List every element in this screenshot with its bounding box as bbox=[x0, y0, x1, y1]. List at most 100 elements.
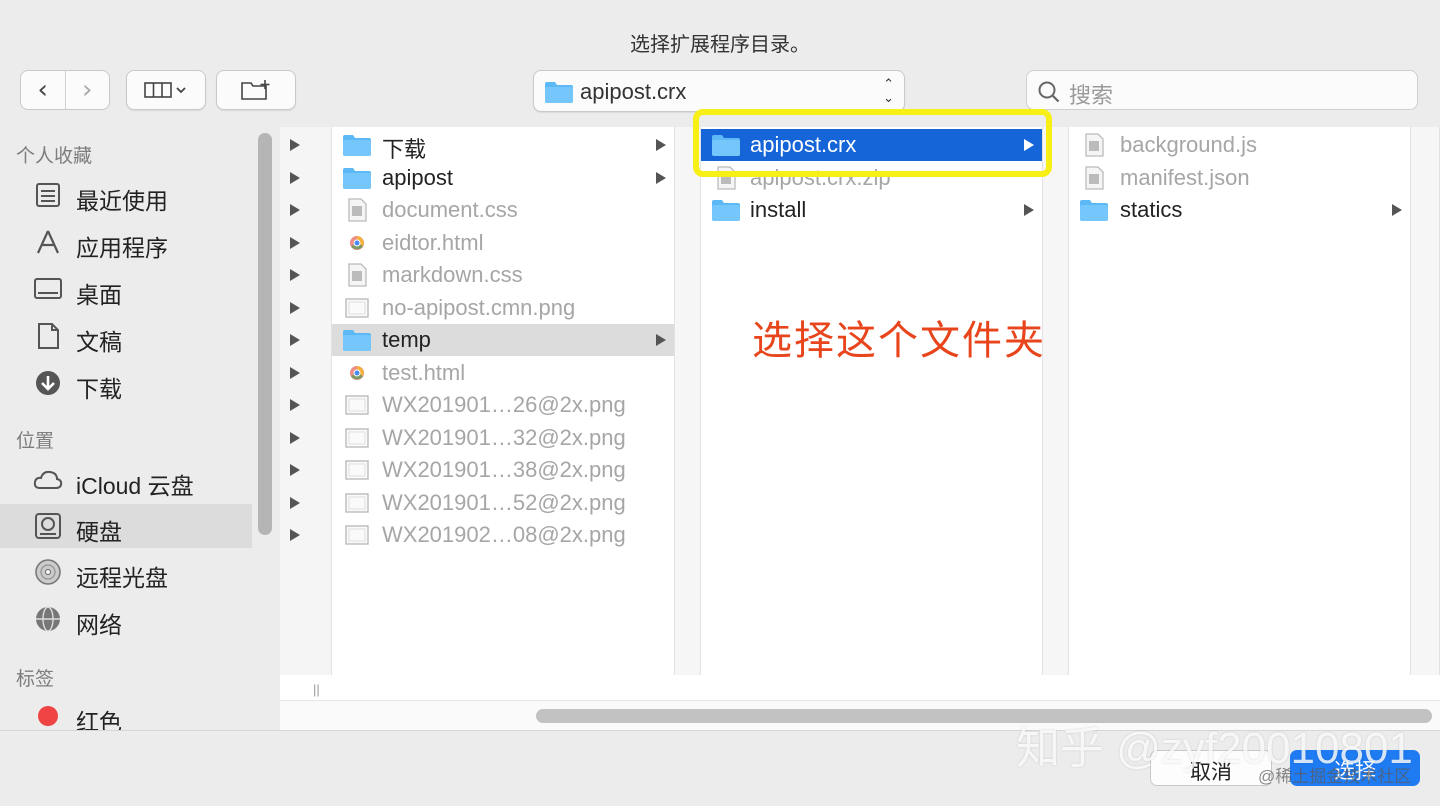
file-row: WX201901…52@2x.png bbox=[332, 487, 674, 519]
annotation-text: 选择这个文件夹 bbox=[752, 319, 1046, 363]
gutter-triangle-icon[interactable] bbox=[290, 399, 300, 411]
disclosure-arrow-icon bbox=[1392, 204, 1402, 216]
column-divider[interactable] bbox=[1042, 127, 1069, 675]
sidebar-item-downloads[interactable]: 下载 bbox=[0, 361, 252, 405]
item-name: eidtor.html bbox=[382, 229, 484, 255]
sidebar-item-label: iCloud 云盘 bbox=[76, 473, 194, 499]
popup-arrows-icon: ⌃ ⌄ bbox=[883, 76, 894, 105]
sidebar-heading-locations: 位置 bbox=[16, 431, 55, 452]
sidebar-item-network[interactable]: 网络 bbox=[0, 597, 252, 641]
image-file-icon bbox=[345, 525, 369, 545]
file-row: WX201901…32@2x.png bbox=[332, 422, 674, 454]
gutter-triangle-icon[interactable] bbox=[290, 366, 300, 379]
folder-icon bbox=[343, 167, 371, 189]
sidebar-item-documents[interactable]: 文稿 bbox=[0, 314, 252, 358]
disclosure-arrow-icon bbox=[656, 139, 666, 151]
image-file-icon bbox=[345, 427, 369, 448]
item-name: 下载 bbox=[382, 137, 427, 162]
browser-gutter bbox=[280, 127, 332, 675]
column-2: apipost.crx apipost.crx.zip install bbox=[701, 127, 1042, 675]
folder-icon bbox=[545, 82, 573, 103]
sidebar-item-label: 网络 bbox=[76, 612, 122, 638]
item-name: WX201901…32@2x.png bbox=[382, 424, 626, 450]
sidebar-item-label: 桌面 bbox=[76, 282, 122, 308]
back-button[interactable]: ‹ bbox=[21, 71, 66, 109]
applications-icon bbox=[36, 230, 60, 254]
disclosure-arrow-icon bbox=[656, 334, 666, 346]
chrome-file-icon bbox=[350, 365, 364, 380]
folder-row[interactable]: 下载 bbox=[332, 129, 674, 162]
item-name: document.css bbox=[382, 197, 518, 222]
gutter-triangle-icon[interactable] bbox=[290, 171, 300, 184]
gutter-triangle-icon[interactable] bbox=[290, 236, 300, 249]
item-name: no-apipost.cmn.png bbox=[382, 294, 576, 320]
folder-icon bbox=[343, 330, 371, 351]
file-row: document.css bbox=[332, 194, 674, 226]
gutter-triangle-icon[interactable] bbox=[290, 204, 300, 216]
column-1: 下载 apipost document.css eidtor.html markdown… bbox=[332, 127, 674, 675]
folder-icon bbox=[343, 135, 371, 156]
sidebar-item-remote-disc[interactable]: 远程光盘 bbox=[0, 550, 252, 594]
document-file-icon bbox=[1085, 133, 1104, 157]
sidebar: 个人收藏 最近使用 应用程序 桌面 文稿 下载 位置 iCloud 云盘 硬盘 … bbox=[0, 129, 258, 735]
search-field[interactable]: 搜索 bbox=[1026, 70, 1418, 110]
location-popup[interactable]: apipost.crx ⌃ ⌄ bbox=[533, 70, 905, 112]
item-name: markdown.css bbox=[382, 262, 523, 287]
sidebar-item-label: 远程光盘 bbox=[76, 565, 168, 591]
column-view-icon bbox=[144, 82, 186, 98]
gutter-triangle-icon[interactable] bbox=[290, 269, 300, 281]
image-file-icon bbox=[345, 460, 369, 480]
icloud-icon bbox=[33, 470, 63, 489]
annotation-highlight-box bbox=[693, 109, 1052, 177]
recents-icon bbox=[36, 183, 60, 207]
folder-row[interactable]: temp bbox=[332, 324, 674, 356]
document-file-icon bbox=[348, 198, 367, 222]
new-folder-icon bbox=[241, 80, 270, 100]
sidebar-item-applications[interactable]: 应用程序 bbox=[0, 220, 252, 264]
column-divider[interactable] bbox=[674, 127, 701, 675]
disclosure-arrow-icon bbox=[1024, 204, 1034, 216]
document-file-icon bbox=[1085, 165, 1104, 190]
gutter-triangle-icon[interactable] bbox=[290, 334, 300, 346]
view-mode-button[interactable] bbox=[126, 70, 206, 110]
item-name: apipost bbox=[382, 164, 453, 190]
column-divider[interactable] bbox=[1410, 127, 1440, 675]
sidebar-item-recents[interactable]: 最近使用 bbox=[0, 173, 252, 217]
gutter-triangle-icon[interactable] bbox=[290, 529, 300, 541]
network-icon bbox=[36, 606, 60, 632]
forward-button[interactable]: › bbox=[66, 71, 110, 109]
search-placeholder: 搜索 bbox=[1069, 83, 1114, 108]
location-popup-value: apipost.crx bbox=[580, 79, 687, 104]
disclosure-arrow-icon bbox=[656, 171, 666, 184]
sidebar-item-icloud[interactable]: iCloud 云盘 bbox=[0, 458, 252, 502]
file-row: manifest.json bbox=[1069, 162, 1410, 194]
watermark-juejin: @稀土掘金技术社区 bbox=[1258, 767, 1412, 786]
item-name: temp bbox=[382, 327, 431, 352]
remote-disc-icon bbox=[35, 559, 61, 585]
image-file-icon bbox=[345, 395, 369, 415]
hard-disk-icon bbox=[35, 513, 61, 539]
item-name: WX201902…08@2x.png bbox=[382, 522, 626, 547]
documents-icon bbox=[38, 323, 59, 349]
sidebar-item-label: 硬盘 bbox=[76, 519, 122, 545]
sidebar-scrollbar[interactable] bbox=[258, 133, 272, 535]
sidebar-item-desktop[interactable]: 桌面 bbox=[0, 267, 252, 311]
gutter-triangle-icon[interactable] bbox=[290, 496, 300, 509]
item-name: WX201901…52@2x.png bbox=[382, 489, 626, 515]
nav-back-forward: ‹ › bbox=[20, 70, 110, 110]
new-folder-button[interactable] bbox=[216, 70, 296, 110]
column-resize-grip[interactable]: || bbox=[313, 682, 320, 697]
file-row: WX201901…26@2x.png bbox=[332, 389, 674, 421]
chrome-file-icon bbox=[350, 235, 364, 250]
gutter-triangle-icon[interactable] bbox=[290, 431, 300, 444]
folder-row[interactable]: apipost bbox=[332, 162, 674, 194]
folder-row[interactable]: statics bbox=[1069, 194, 1410, 226]
gutter-triangle-icon[interactable] bbox=[290, 139, 300, 151]
file-row: test.html bbox=[332, 357, 674, 389]
sidebar-item-hard-disk[interactable]: 硬盘 bbox=[0, 504, 252, 548]
gutter-triangle-icon[interactable] bbox=[290, 301, 300, 314]
folder-row[interactable]: install bbox=[701, 194, 1042, 226]
file-row: markdown.css bbox=[332, 259, 674, 291]
file-row: eidtor.html bbox=[332, 227, 674, 259]
gutter-triangle-icon[interactable] bbox=[290, 464, 300, 476]
